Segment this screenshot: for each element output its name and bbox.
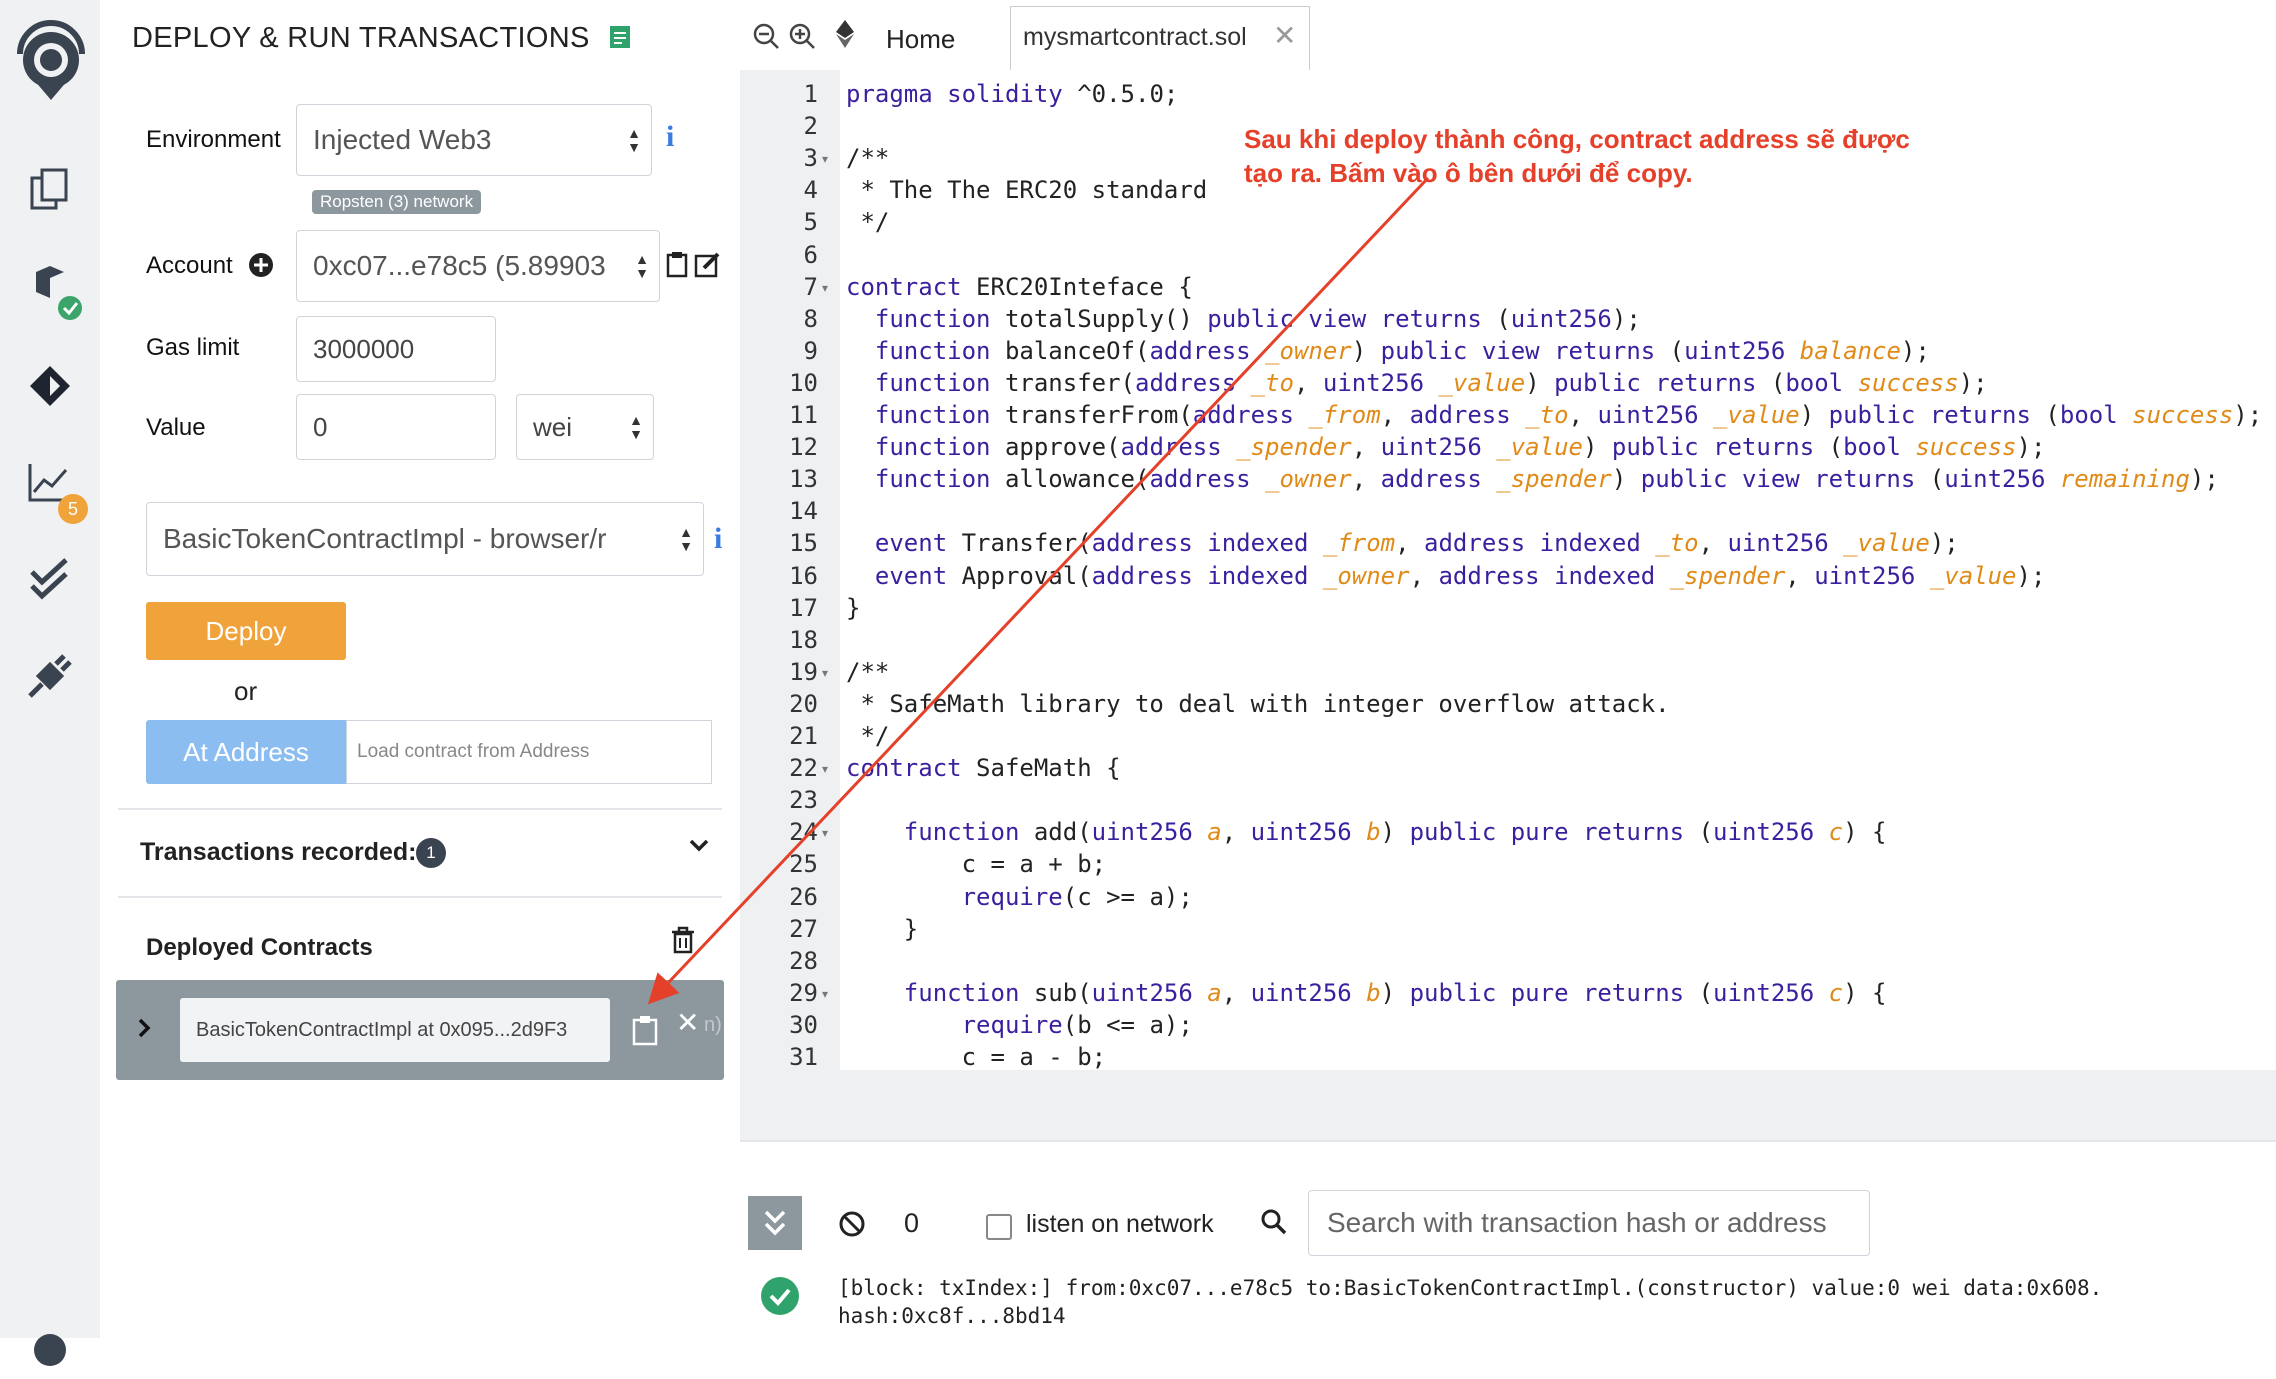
search-icon xyxy=(1260,1208,1288,1241)
pending-tx-count: 0 xyxy=(904,1208,920,1238)
terminal-panel: 0 listen on network Search with transact… xyxy=(740,1140,2276,1338)
search-placeholder: Search with transaction hash or address xyxy=(1327,1207,1827,1238)
collapse-terminal-icon[interactable] xyxy=(748,1196,802,1250)
tx-log-entry[interactable]: [block: txIndex:] from:0xc07...e78c5 to:… xyxy=(838,1274,2102,1330)
tx-log-line-1: [block: txIndex:] from:0xc07...e78c5 to:… xyxy=(838,1276,2103,1300)
listen-network-checkbox[interactable] xyxy=(986,1214,1012,1240)
terminal-toolbar xyxy=(740,1140,2276,1142)
terminal-search-input[interactable]: Search with transaction hash or address xyxy=(1308,1190,1870,1256)
tx-log-line-2: hash:0xc8f...8bd14 xyxy=(838,1304,1066,1328)
tx-success-icon xyxy=(760,1276,800,1321)
listen-network-label: listen on network xyxy=(1026,1210,1214,1238)
clear-console-icon[interactable] xyxy=(838,1210,866,1243)
annotation-arrow xyxy=(647,176,1430,1005)
